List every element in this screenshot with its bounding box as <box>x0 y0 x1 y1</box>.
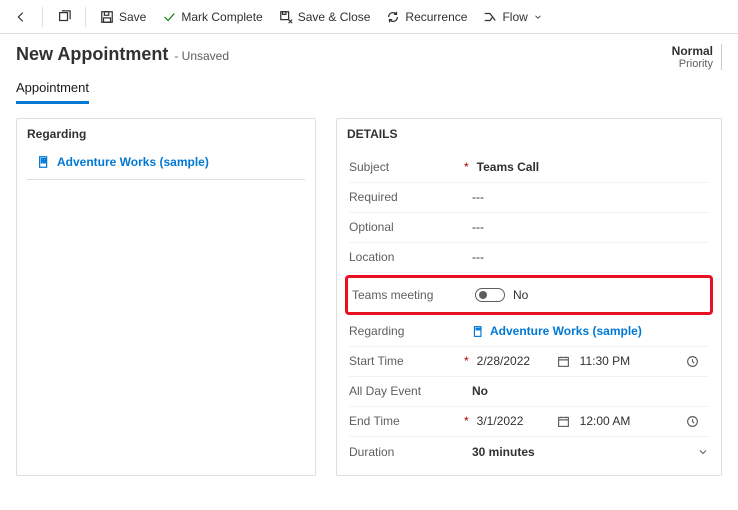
open-new-button[interactable] <box>51 6 77 28</box>
field-location[interactable]: Location --- <box>349 243 709 273</box>
regarding-title: Regarding <box>17 119 315 149</box>
field-duration[interactable]: Duration 30 minutes <box>349 437 709 467</box>
priority-value: Normal <box>672 44 713 58</box>
calendar-icon[interactable] <box>557 415 570 428</box>
clock-icon[interactable] <box>686 415 699 428</box>
teams-meeting-toggle[interactable] <box>475 288 505 302</box>
toolbar-divider <box>42 7 43 27</box>
regarding-link[interactable]: Adventure Works (sample) <box>17 149 315 179</box>
field-all-day[interactable]: All Day Event No <box>349 377 709 407</box>
label-duration: Duration <box>349 445 464 459</box>
label-location: Location <box>349 250 464 264</box>
command-bar: Save Mark Complete Save & Close Recurren… <box>0 0 738 34</box>
calendar-icon[interactable] <box>557 355 570 368</box>
mark-complete-label: Mark Complete <box>181 10 262 24</box>
required-marker: * <box>464 160 477 174</box>
highlighted-teams-row: Teams meeting No <box>345 275 713 315</box>
details-title: DETAILS <box>337 119 721 149</box>
recurrence-button[interactable]: Recurrence <box>380 6 473 28</box>
clock-icon[interactable] <box>686 355 699 368</box>
value-location: --- <box>472 250 709 264</box>
label-regarding: Regarding <box>349 324 464 338</box>
page-header: New Appointment - Unsaved Normal Priorit… <box>0 34 738 76</box>
mark-complete-button[interactable]: Mark Complete <box>156 6 268 28</box>
value-subject: Teams Call <box>477 160 709 174</box>
details-panel: DETAILS Subject * Teams Call Required --… <box>336 118 722 476</box>
field-end-time[interactable]: End Time * 3/1/2022 12:00 AM <box>349 407 709 437</box>
chevron-down-icon[interactable] <box>697 446 709 458</box>
label-optional: Optional <box>349 220 464 234</box>
value-regarding-link[interactable]: Adventure Works (sample) <box>472 324 709 338</box>
value-all-day: No <box>472 384 709 398</box>
field-optional[interactable]: Optional --- <box>349 213 709 243</box>
value-start-time: 11:30 PM <box>580 354 650 368</box>
save-close-button[interactable]: Save & Close <box>273 6 377 28</box>
priority-display[interactable]: Normal Priority <box>672 44 722 70</box>
flow-button[interactable]: Flow <box>477 6 548 28</box>
content-area: Regarding Adventure Works (sample) DETAI… <box>0 104 738 476</box>
field-teams-meeting[interactable]: Teams meeting No <box>352 280 706 310</box>
save-label: Save <box>119 10 146 24</box>
label-subject: Subject <box>349 160 464 174</box>
back-button[interactable] <box>8 6 34 28</box>
label-end-time: End Time <box>349 414 464 428</box>
field-regarding[interactable]: Regarding Adventure Works (sample) <box>349 317 709 347</box>
chevron-down-icon <box>533 12 543 22</box>
save-close-label: Save & Close <box>298 10 371 24</box>
label-required: Required <box>349 190 464 204</box>
label-all-day: All Day Event <box>349 384 464 398</box>
value-teams-meeting: No <box>513 288 528 302</box>
required-marker: * <box>464 414 477 428</box>
value-end-time: 12:00 AM <box>580 414 650 428</box>
value-duration: 30 minutes <box>472 445 535 459</box>
flow-label: Flow <box>502 10 527 24</box>
priority-label: Priority <box>672 58 713 70</box>
save-button[interactable]: Save <box>94 6 152 28</box>
regarding-link-text: Adventure Works (sample) <box>57 155 209 169</box>
toolbar-divider <box>85 7 86 27</box>
value-optional: --- <box>472 220 709 234</box>
recurrence-label: Recurrence <box>405 10 467 24</box>
page-title: New Appointment <box>16 44 168 65</box>
value-end-date: 3/1/2022 <box>477 414 557 428</box>
field-start-time[interactable]: Start Time * 2/28/2022 11:30 PM <box>349 347 709 377</box>
required-marker: * <box>464 354 477 368</box>
regarding-panel: Regarding Adventure Works (sample) <box>16 118 316 476</box>
unsaved-indicator: - Unsaved <box>174 49 229 63</box>
field-subject[interactable]: Subject * Teams Call <box>349 153 709 183</box>
value-required: --- <box>472 190 709 204</box>
label-start-time: Start Time <box>349 354 464 368</box>
field-required[interactable]: Required --- <box>349 183 709 213</box>
tab-bar: Appointment <box>0 76 738 104</box>
label-teams-meeting: Teams meeting <box>352 288 467 302</box>
tab-appointment[interactable]: Appointment <box>16 76 89 104</box>
value-start-date: 2/28/2022 <box>477 354 557 368</box>
